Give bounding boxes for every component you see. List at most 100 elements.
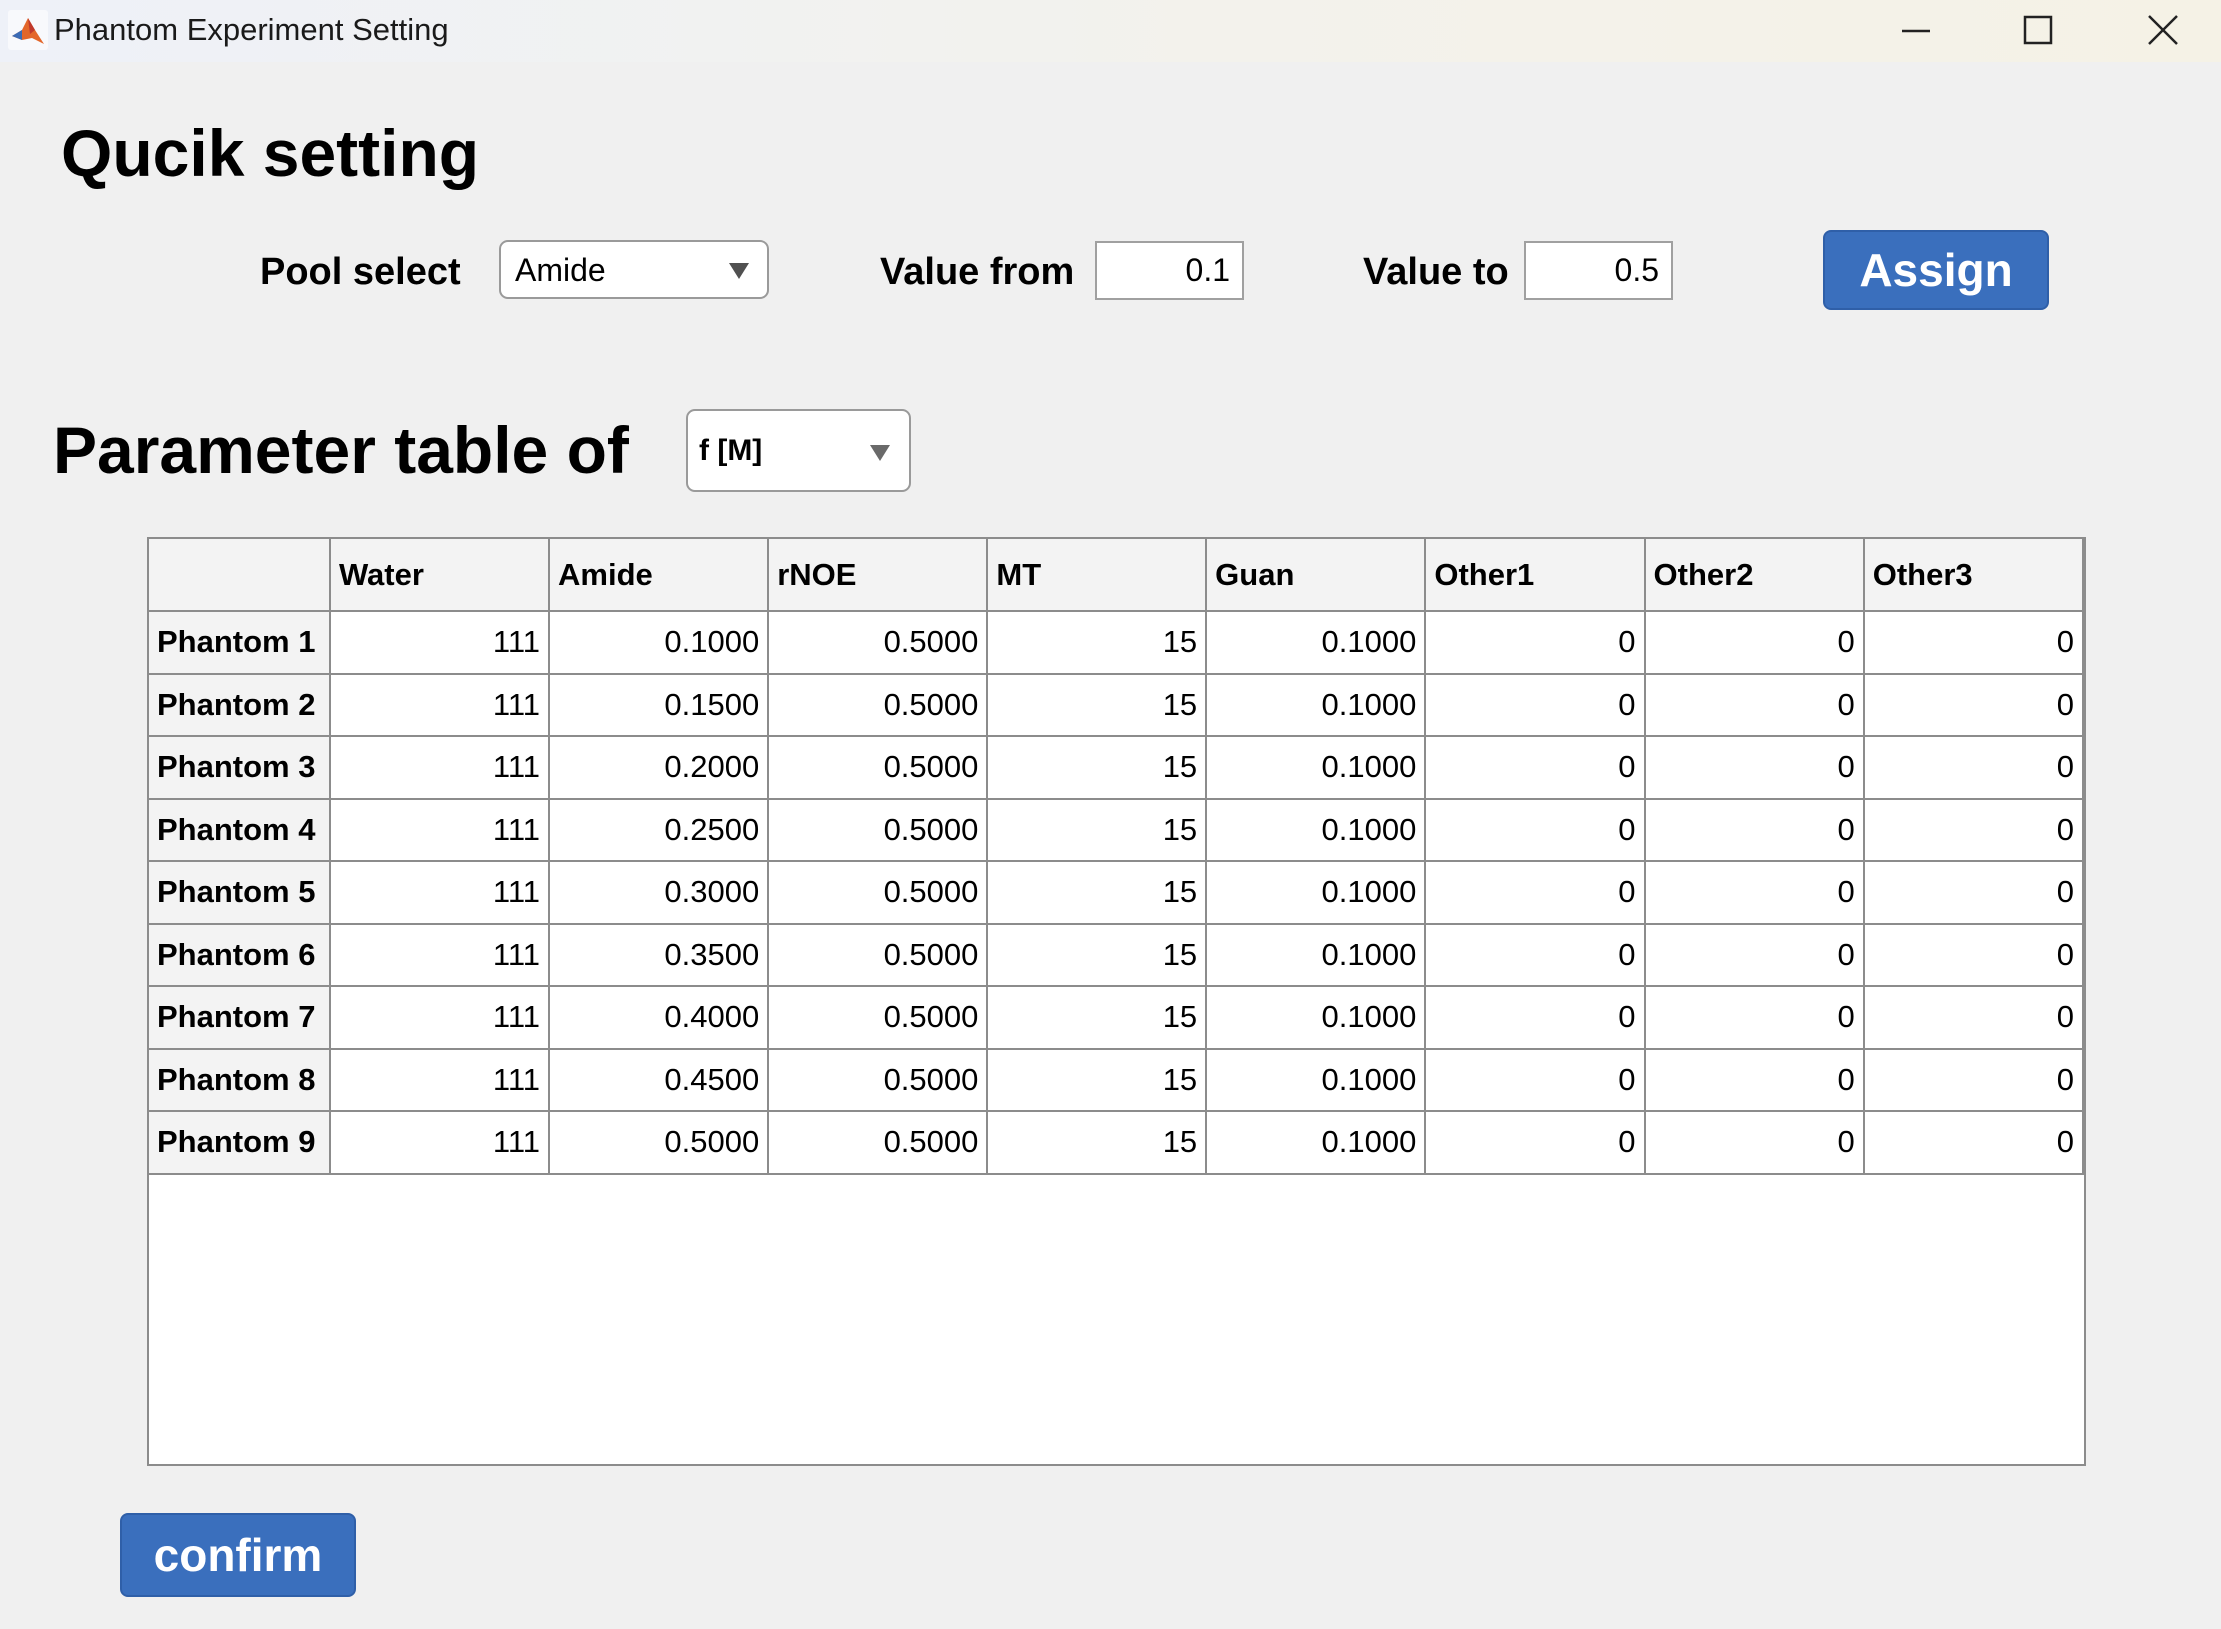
table-cell[interactable]: 15: [986, 610, 1208, 675]
parameter-table-heading: Parameter table of: [53, 413, 629, 487]
close-icon[interactable]: [2140, 8, 2186, 54]
table-cell[interactable]: 0.1000: [548, 610, 770, 675]
pool-select-label: Pool select: [260, 251, 461, 293]
table-cell[interactable]: 111: [328, 985, 551, 1050]
table-cell[interactable]: 0.5000: [767, 1110, 989, 1175]
chevron-down-icon: [727, 260, 751, 282]
table-cell[interactable]: 0.2500: [548, 797, 770, 862]
table-cell[interactable]: 0.3500: [548, 922, 770, 987]
table-cell[interactable]: 15: [986, 735, 1208, 800]
confirm-button[interactable]: confirm: [120, 1513, 356, 1597]
table-cell[interactable]: 0.1000: [1205, 797, 1427, 862]
table-cell[interactable]: 0.1000: [1205, 735, 1427, 800]
table-cell[interactable]: 0.1000: [1205, 1047, 1427, 1112]
table-cell[interactable]: 0: [1643, 735, 1865, 800]
table-cell[interactable]: 0.5000: [767, 672, 989, 737]
table-cell[interactable]: 0.5000: [767, 797, 989, 862]
table-cell[interactable]: 0: [1862, 985, 2085, 1050]
table-row: Phantom 1 111 0.1000 0.5000 15 0.1000 0 0 0: [149, 610, 2085, 675]
table-cell[interactable]: 111: [328, 610, 551, 675]
value-to-input[interactable]: [1524, 241, 1673, 300]
table-cell[interactable]: 0: [1643, 672, 1865, 737]
table-cell[interactable]: 0.1000: [1205, 985, 1427, 1050]
table-row: Phantom 4 111 0.2500 0.5000 15 0.1000 0 0 0: [149, 797, 2085, 862]
value-from-input[interactable]: [1095, 241, 1244, 300]
table-cell[interactable]: 0.5000: [767, 860, 989, 925]
pool-select-dropdown[interactable]: Amide: [499, 240, 769, 299]
minimize-icon[interactable]: [1893, 8, 1939, 54]
table-cell[interactable]: 0: [1643, 922, 1865, 987]
table-cell[interactable]: 0: [1862, 610, 2085, 675]
table-cell[interactable]: 0.4000: [548, 985, 770, 1050]
table-cell[interactable]: 0: [1643, 985, 1865, 1050]
table-cell[interactable]: 0: [1862, 797, 2085, 862]
column-header: Water: [328, 539, 551, 612]
column-header: Other3: [1862, 539, 2085, 612]
table-cell[interactable]: 0.5000: [767, 610, 989, 675]
table-cell[interactable]: 0: [1424, 860, 1646, 925]
parameter-select-value: f [M]: [699, 434, 763, 467]
table-cell[interactable]: 0: [1643, 1110, 1865, 1175]
table-cell[interactable]: 0: [1862, 735, 2085, 800]
table-cell[interactable]: 0.1500: [548, 672, 770, 737]
table-cell[interactable]: 0.4500: [548, 1047, 770, 1112]
table-cell[interactable]: 0: [1643, 610, 1865, 675]
table-cell[interactable]: 0.1000: [1205, 1110, 1427, 1175]
maximize-icon[interactable]: [2015, 8, 2061, 54]
matlab-icon: [8, 10, 48, 50]
table-cell[interactable]: 0: [1424, 735, 1646, 800]
table-cell[interactable]: 111: [328, 922, 551, 987]
table-header-row: Water Amide rNOE MT Guan Other1 Other2 Other3: [149, 539, 2085, 612]
table-cell[interactable]: 0.2000: [548, 735, 770, 800]
table-cell[interactable]: 0: [1643, 1047, 1865, 1112]
table-cell[interactable]: 0: [1862, 672, 2085, 737]
table-row: Phantom 5 111 0.3000 0.5000 15 0.1000 0 0 0: [149, 860, 2085, 925]
table-cell[interactable]: 0: [1862, 1047, 2085, 1112]
table-cell[interactable]: 111: [328, 1110, 551, 1175]
table-cell[interactable]: 15: [986, 860, 1208, 925]
table-cell[interactable]: 0: [1424, 1047, 1646, 1112]
table-cell[interactable]: 0.1000: [1205, 672, 1427, 737]
table-row: Phantom 9 111 0.5000 0.5000 15 0.1000 0 0 0: [149, 1110, 2085, 1175]
table-cell[interactable]: 15: [986, 672, 1208, 737]
table-cell[interactable]: 0: [1643, 860, 1865, 925]
column-header: Amide: [548, 539, 770, 612]
table-cell[interactable]: 111: [328, 1047, 551, 1112]
table-cell[interactable]: 0: [1424, 672, 1646, 737]
table-cell[interactable]: 0: [1424, 797, 1646, 862]
table-cell[interactable]: 0: [1424, 985, 1646, 1050]
table-cell[interactable]: 0.5000: [548, 1110, 770, 1175]
assign-button[interactable]: Assign: [1823, 230, 2049, 310]
table-cell[interactable]: 0.5000: [767, 922, 989, 987]
table-cell[interactable]: 0.5000: [767, 985, 989, 1050]
table-cell[interactable]: 111: [328, 860, 551, 925]
table-cell[interactable]: 0.5000: [767, 1047, 989, 1112]
table-cell[interactable]: 111: [328, 735, 551, 800]
parameter-table[interactable]: Water Amide rNOE MT Guan Other1 Other2 Other3 P…: [147, 537, 2086, 1466]
table-cell[interactable]: 111: [328, 797, 551, 862]
table-row: Phantom 3 111 0.2000 0.5000 15 0.1000 0 0 0: [149, 735, 2085, 800]
table-row: Phantom 7 111 0.4000 0.5000 15 0.1000 0 0 0: [149, 985, 2085, 1050]
table-cell[interactable]: 15: [986, 1110, 1208, 1175]
table-cell[interactable]: 15: [986, 1047, 1208, 1112]
table-cell[interactable]: 0: [1862, 1110, 2085, 1175]
table-cell[interactable]: 0: [1424, 1110, 1646, 1175]
table-cell[interactable]: 0: [1424, 922, 1646, 987]
table-cell[interactable]: 0.1000: [1205, 610, 1427, 675]
table-cell[interactable]: 0.1000: [1205, 922, 1427, 987]
table-cell[interactable]: 0.3000: [548, 860, 770, 925]
table-cell[interactable]: 0: [1862, 860, 2085, 925]
title-bar[interactable]: Phantom Experiment Setting: [0, 0, 2221, 62]
table-cell[interactable]: 0.5000: [767, 735, 989, 800]
row-header: Phantom 9: [149, 1110, 331, 1175]
parameter-select-dropdown[interactable]: f [M]: [686, 409, 911, 492]
table-cell[interactable]: 0.1000: [1205, 860, 1427, 925]
phantom-experiment-window: Phantom Experiment Setting Qucik setting…: [0, 0, 2221, 1629]
table-cell[interactable]: 0: [1643, 797, 1865, 862]
table-cell[interactable]: 15: [986, 922, 1208, 987]
table-cell[interactable]: 0: [1424, 610, 1646, 675]
table-cell[interactable]: 0: [1862, 922, 2085, 987]
table-cell[interactable]: 15: [986, 797, 1208, 862]
table-cell[interactable]: 15: [986, 985, 1208, 1050]
table-cell[interactable]: 111: [328, 672, 551, 737]
